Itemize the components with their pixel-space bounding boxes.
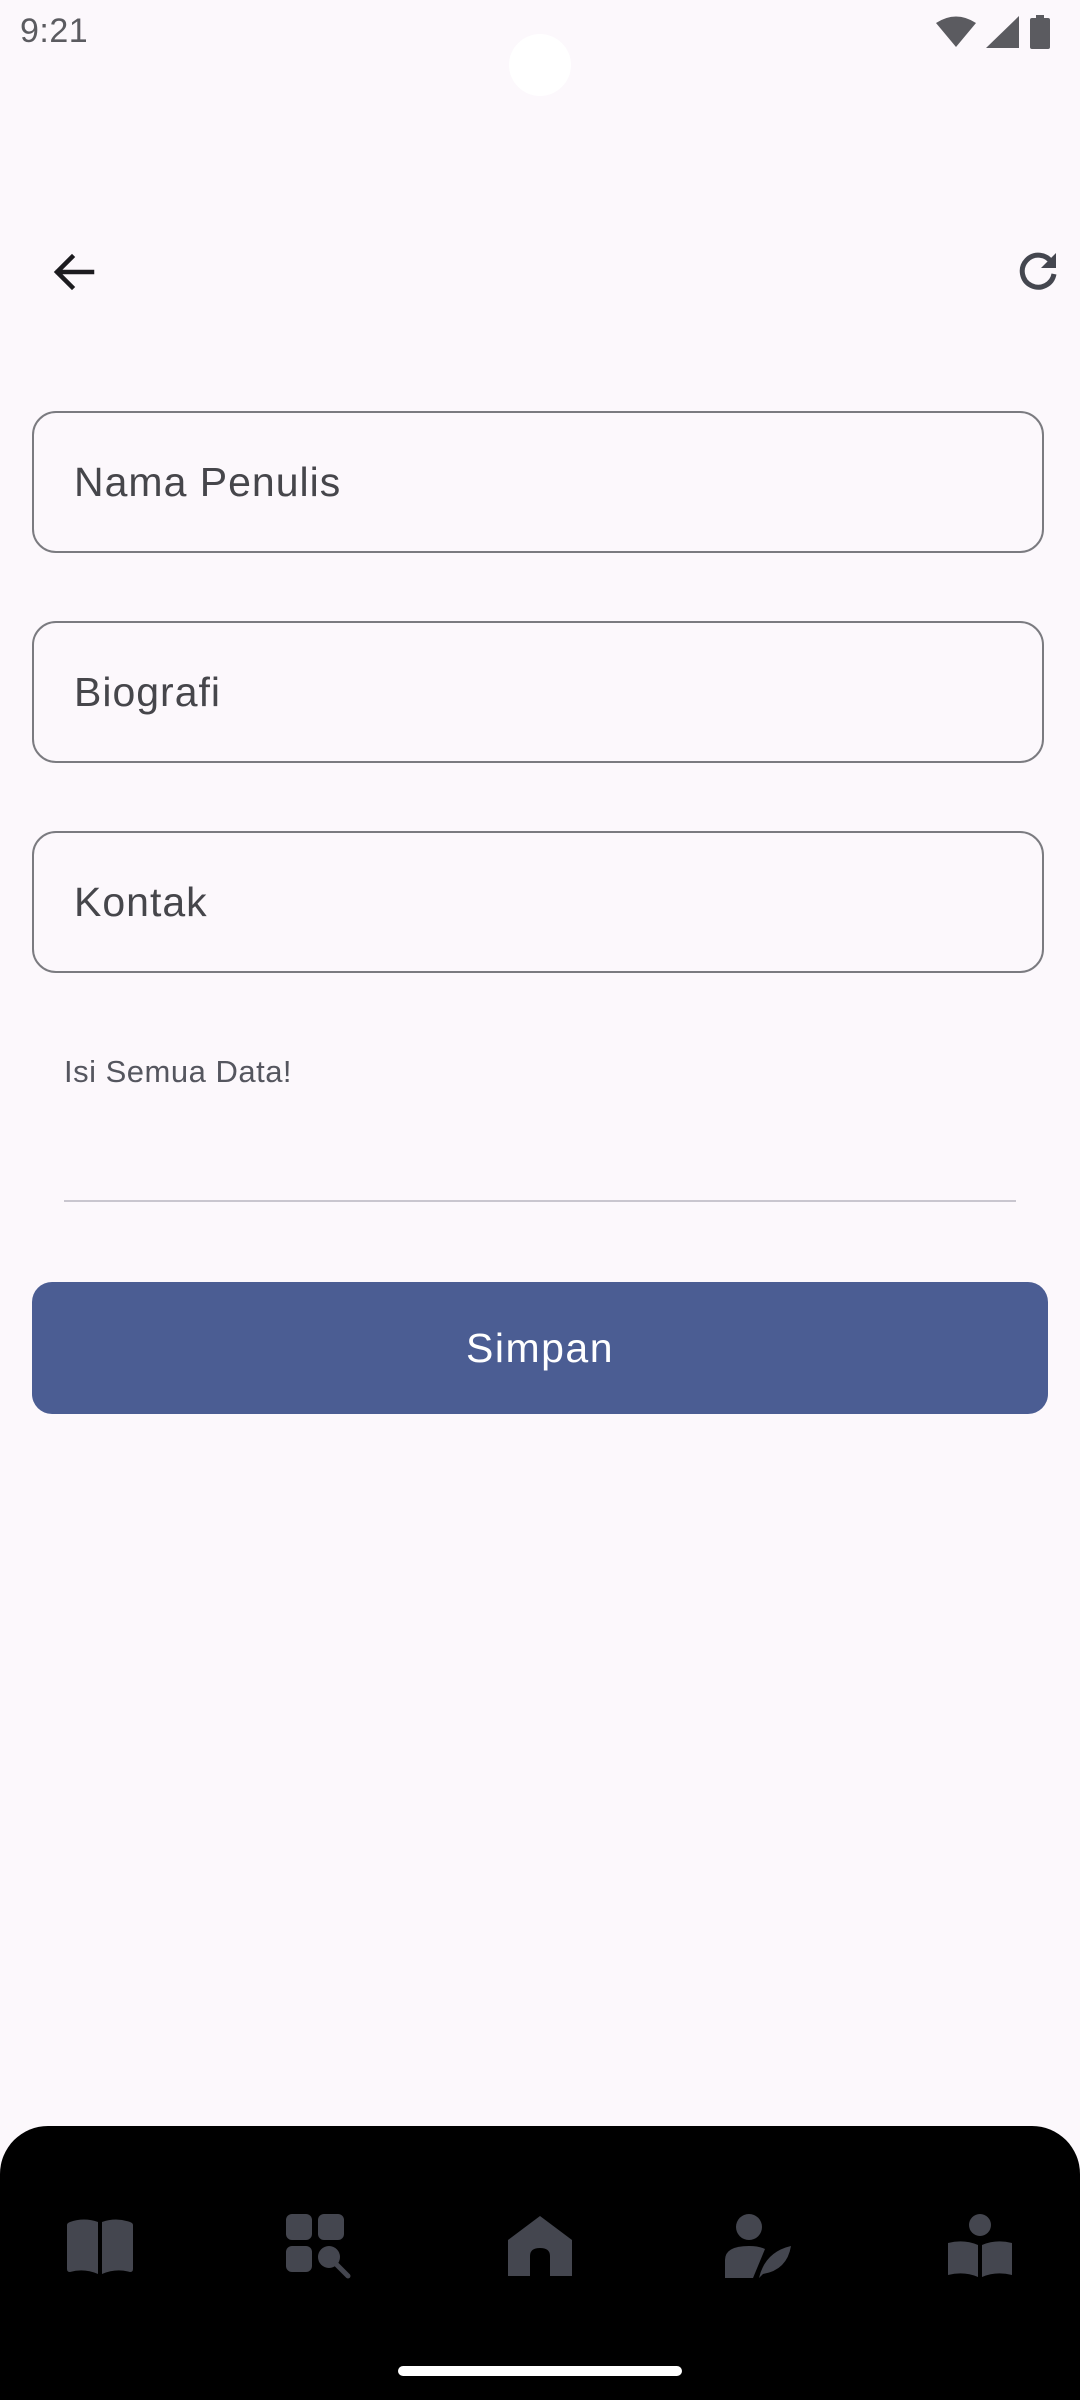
reader-icon bbox=[948, 2214, 1012, 2277]
author-name-field[interactable] bbox=[32, 411, 1044, 553]
status-icons bbox=[936, 14, 1050, 50]
catalog-search-icon bbox=[286, 2214, 351, 2279]
book-icon bbox=[67, 2219, 133, 2274]
nav-item-books[interactable] bbox=[50, 2196, 150, 2296]
biography-field[interactable] bbox=[32, 621, 1044, 763]
biography-input[interactable] bbox=[34, 623, 1042, 761]
save-button[interactable]: Simpan bbox=[32, 1282, 1048, 1414]
screen: 9:21 Nama Penulis Biografi Kontak Isi Se… bbox=[0, 0, 1080, 2400]
wifi-icon bbox=[936, 16, 976, 47]
refresh-button[interactable] bbox=[1002, 236, 1074, 308]
status-time: 9:21 bbox=[20, 12, 89, 50]
contact-input[interactable] bbox=[34, 833, 1042, 971]
bottom-navigation bbox=[0, 2126, 1080, 2400]
battery-icon bbox=[1030, 15, 1050, 49]
status-bar: 9:21 bbox=[0, 0, 1080, 96]
camera-cutout bbox=[509, 34, 571, 96]
contact-field[interactable] bbox=[32, 831, 1044, 973]
signal-icon bbox=[986, 16, 1019, 48]
author-icon bbox=[725, 2214, 791, 2278]
arrow-back-icon bbox=[53, 253, 95, 291]
nav-item-authors[interactable] bbox=[708, 2196, 808, 2296]
home-icon bbox=[508, 2216, 572, 2276]
refresh-icon bbox=[1019, 252, 1057, 290]
message-divider bbox=[64, 1200, 1016, 1202]
nav-item-catalog[interactable] bbox=[268, 2196, 368, 2296]
author-name-input[interactable] bbox=[34, 413, 1042, 551]
nav-item-reader[interactable] bbox=[930, 2196, 1030, 2296]
back-button[interactable] bbox=[38, 236, 110, 308]
gesture-bar[interactable] bbox=[398, 2366, 682, 2376]
nav-item-home[interactable] bbox=[490, 2196, 590, 2296]
validation-message: Isi Semua Data! bbox=[64, 1054, 293, 1089]
